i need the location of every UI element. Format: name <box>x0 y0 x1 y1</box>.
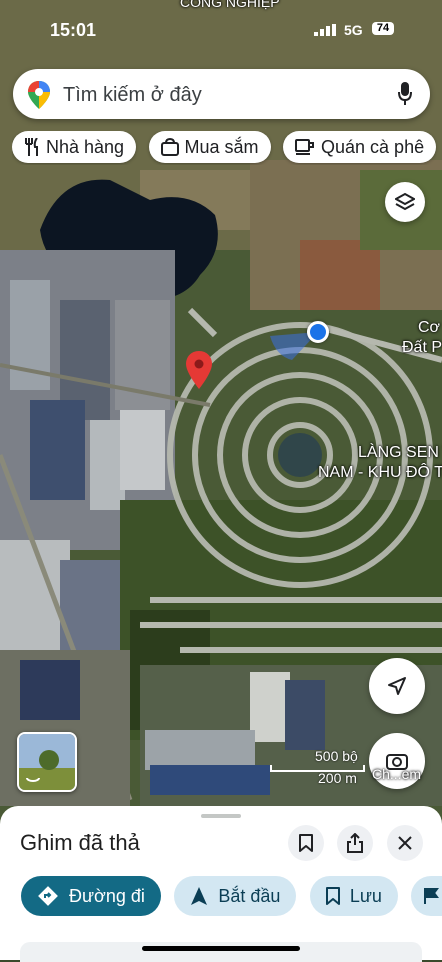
category-chips: Nhà hàng Mua sắm Quán cà phê <box>12 131 442 165</box>
signal-icon <box>314 24 336 36</box>
share-button[interactable] <box>337 825 373 861</box>
home-indicator[interactable] <box>142 946 300 951</box>
search-input[interactable] <box>61 79 385 111</box>
edge-label-line2: Đất P <box>402 339 442 356</box>
close-icon <box>398 836 412 850</box>
battery-indicator: 74 <box>372 22 394 35</box>
directions-icon <box>38 886 58 906</box>
coffee-icon <box>295 139 315 155</box>
street-view-thumbnail[interactable] <box>17 732 77 792</box>
bookmark-icon <box>325 887 340 905</box>
chip-label: Nhà hàng <box>46 136 125 157</box>
thumbnail-image <box>19 734 75 790</box>
chip-restaurants[interactable]: Nhà hàng <box>12 131 137 163</box>
navigation-arrow-icon <box>191 887 208 905</box>
chip-shopping[interactable]: Mua sắm <box>148 131 271 163</box>
bookmark-icon <box>299 834 313 852</box>
chip-label: Quán cà phê <box>321 136 425 157</box>
save-icon-button[interactable] <box>288 825 324 861</box>
dropped-pin-icon[interactable] <box>186 351 212 389</box>
navigation-arrow-icon <box>388 677 406 695</box>
network-type: 5G <box>344 22 363 38</box>
next-card-peek <box>20 942 422 962</box>
utensils-icon <box>25 138 38 156</box>
area-label-line1: LÀNG SEN V <box>358 444 442 461</box>
place-bottom-sheet[interactable]: Ghim đã thả Đường đi Bắt đầu Lưu <box>0 806 442 962</box>
status-time: 15:01 <box>50 20 97 40</box>
sheet-title: Ghim đã thả <box>20 830 140 855</box>
chip-label: Mua sắm <box>184 136 259 157</box>
shopping-bag-icon <box>160 138 179 156</box>
edge-label-line1: Cơ <box>418 319 441 336</box>
status-bar: 15:01 5G 74 <box>0 0 442 56</box>
flag-icon <box>424 888 440 904</box>
street-view-label: Ch...em <box>372 766 422 782</box>
action-buttons: Đường đi Bắt đầu Lưu <box>21 876 442 918</box>
my-location-button[interactable] <box>369 658 425 714</box>
scale-meters: 200 m <box>318 770 357 786</box>
start-button[interactable]: Bắt đầu <box>174 876 297 916</box>
microphone-icon[interactable] <box>398 82 412 106</box>
start-label: Bắt đầu <box>218 885 281 906</box>
search-bar[interactable] <box>13 69 430 119</box>
label-button[interactable] <box>411 876 442 916</box>
area-label-line2: NAM - KHU ĐÔ T <box>318 464 442 481</box>
chip-coffee[interactable]: Quán cà phê <box>283 131 437 163</box>
maps-pin-logo-icon <box>28 81 50 109</box>
save-button[interactable]: Lưu <box>309 876 398 916</box>
layers-icon <box>395 192 415 211</box>
share-icon <box>347 833 363 853</box>
save-label: Lưu <box>349 885 382 906</box>
directions-button[interactable]: Đường đi <box>21 876 161 916</box>
directions-label: Đường đi <box>69 885 145 906</box>
layers-button[interactable] <box>385 182 425 222</box>
sheet-drag-handle[interactable] <box>201 814 241 818</box>
map-scale: 500 bộ 200 m <box>270 748 365 788</box>
current-location-dot <box>307 321 329 343</box>
scale-feet: 500 bộ <box>315 748 358 764</box>
close-button[interactable] <box>387 825 423 861</box>
